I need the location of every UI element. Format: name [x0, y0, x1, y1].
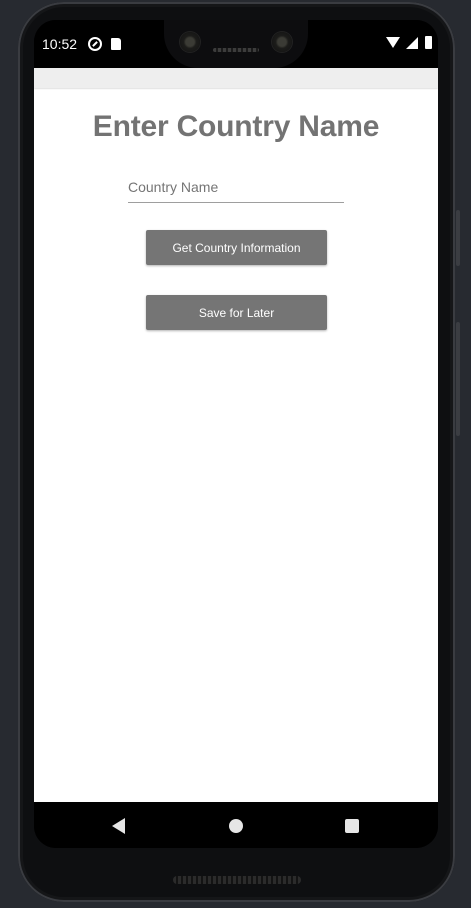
page-title: Enter Country Name: [92, 110, 380, 143]
volume-button[interactable]: [456, 322, 460, 436]
wifi-icon: [386, 37, 400, 48]
phone-screen: 10:52 Enter Country Name Get Country Inf…: [34, 20, 438, 848]
country-name-input[interactable]: [128, 172, 344, 203]
front-camera-icon: [180, 32, 200, 52]
front-sensor-icon: [272, 32, 292, 52]
app-content: Enter Country Name Get Country Informati…: [34, 68, 438, 802]
save-for-later-button[interactable]: Save for Later: [146, 295, 327, 330]
battery-icon: [425, 36, 432, 49]
earpiece-speaker: [213, 48, 259, 52]
status-bar: 10:52: [34, 20, 438, 68]
back-icon[interactable]: [112, 818, 125, 834]
app-bar: [34, 68, 438, 88]
home-icon[interactable]: [229, 819, 243, 833]
sd-card-icon: [111, 38, 121, 50]
cell-signal-icon: [406, 37, 418, 49]
sync-icon: [88, 37, 102, 51]
get-country-information-button[interactable]: Get Country Information: [146, 230, 327, 265]
bottom-speaker-grille: [173, 876, 301, 884]
recents-icon[interactable]: [345, 819, 359, 833]
power-button[interactable]: [456, 210, 460, 266]
status-time: 10:52: [42, 36, 78, 52]
navigation-bar: [34, 802, 438, 848]
camera-notch: [164, 20, 308, 68]
